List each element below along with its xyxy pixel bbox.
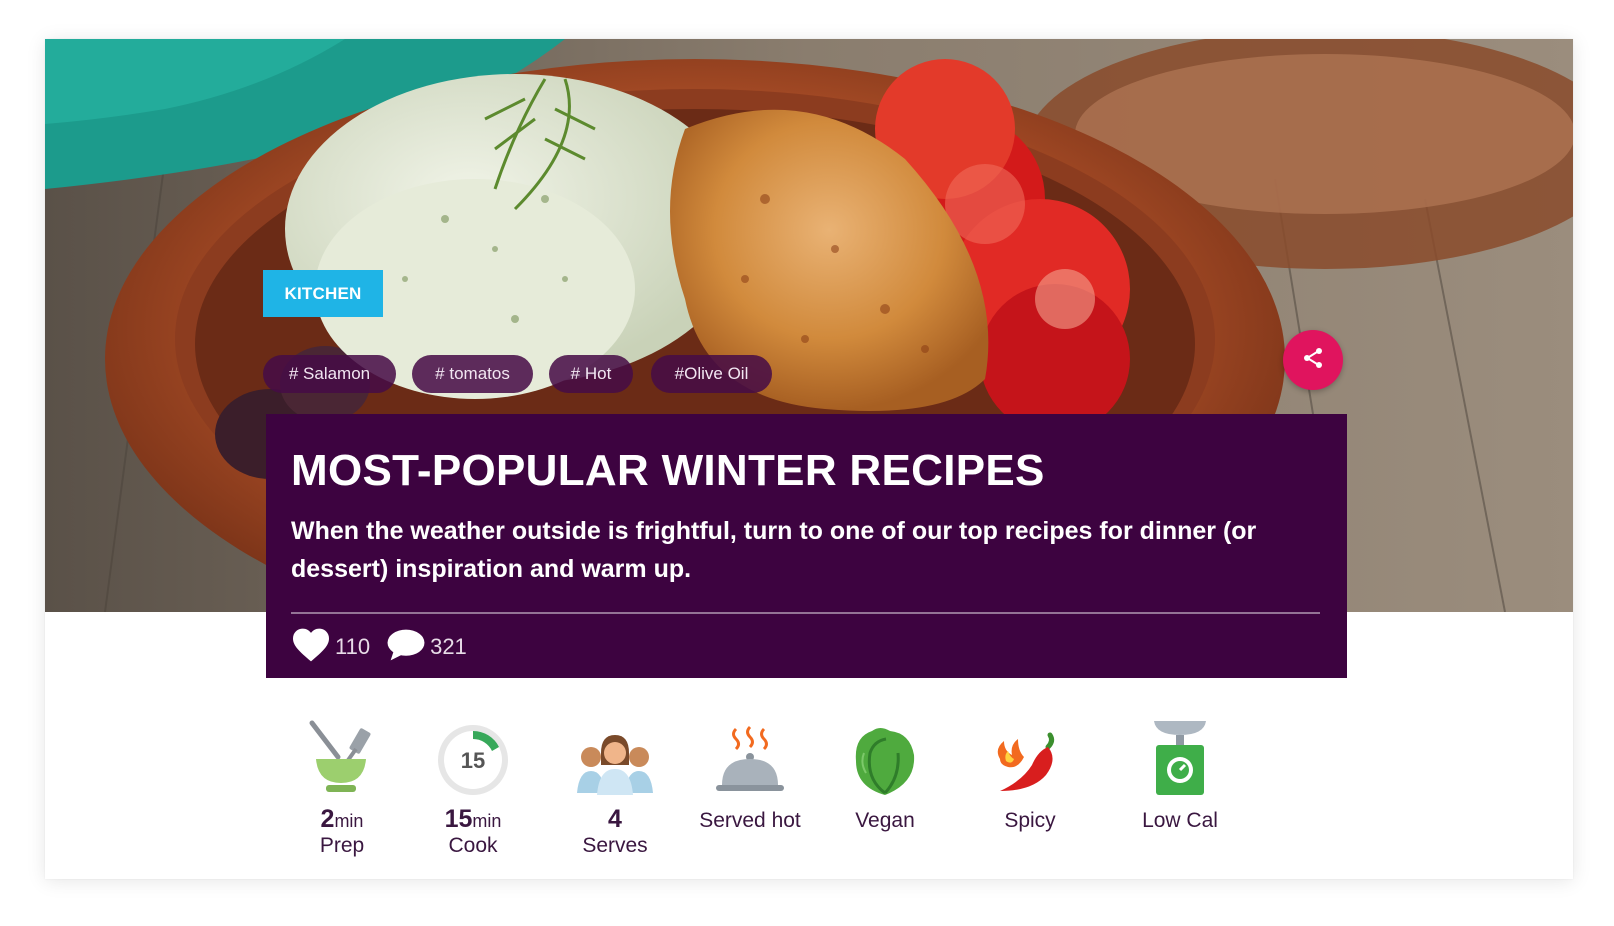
comment-count: 321 [430,634,467,659]
article-panel: MOST-POPULAR WINTER RECIPES When the wea… [266,414,1347,678]
recipe-card: KITCHEN # Salamon # tomatos # Hot #Olive… [45,39,1573,879]
serves-label: Serves [582,834,648,857]
comment-icon [386,628,426,667]
like-button[interactable]: 110 [291,627,370,668]
feature-vegan: Vegan [815,719,955,833]
timer-icon: 15 [403,719,543,797]
prep-time-unit: min [334,811,364,831]
cook-time-unit: min [472,811,502,831]
cook-label: Cook [448,834,498,857]
scale-icon [1110,719,1250,797]
article-stats: 110 321 [291,628,483,666]
article-subtitle: When the weather outside is frightful, t… [291,517,1257,583]
feature-prep: 2min Prep [272,719,412,857]
comment-button[interactable]: 321 [386,628,467,667]
feature-serves: 4 Serves [545,719,685,857]
share-button[interactable] [1283,330,1343,390]
served-hot-label: Served hot [699,809,801,832]
category-tag[interactable]: KITCHEN [263,270,383,317]
hashtag-salamon[interactable]: # Salamon [263,355,396,393]
hashtag-olive-oil[interactable]: #Olive Oil [651,355,772,393]
people-icon [545,719,685,797]
heart-icon [291,627,331,668]
hashtag-tomatos[interactable]: # tomatos [412,355,533,393]
recipe-features: 2min Prep 15 15min Cook 4 Serves Served … [45,719,1573,869]
feature-cook: 15 15min Cook [403,719,543,857]
spicy-label: Spicy [1004,809,1056,832]
article-title[interactable]: MOST-POPULAR WINTER RECIPES [291,446,1045,496]
hashtag-hot[interactable]: # Hot [549,355,633,393]
divider [291,612,1320,614]
low-cal-label: Low Cal [1142,809,1218,832]
feature-served-hot: Served hot [680,719,820,833]
vegan-label: Vegan [855,809,915,832]
serves-value: 4 [608,805,622,833]
mortar-pestle-icon [272,719,412,797]
share-icon [1301,346,1325,375]
timer-text: 15 [461,748,485,773]
cook-time-value: 15 [444,805,473,833]
prep-label: Prep [319,834,365,857]
lettuce-icon [815,719,955,797]
feature-low-cal: Low Cal [1110,719,1250,833]
prep-time-value: 2 [320,805,335,833]
like-count: 110 [335,634,371,659]
cloche-icon [680,719,820,797]
feature-spicy: Spicy [960,719,1100,833]
chili-pepper-icon [960,719,1100,797]
